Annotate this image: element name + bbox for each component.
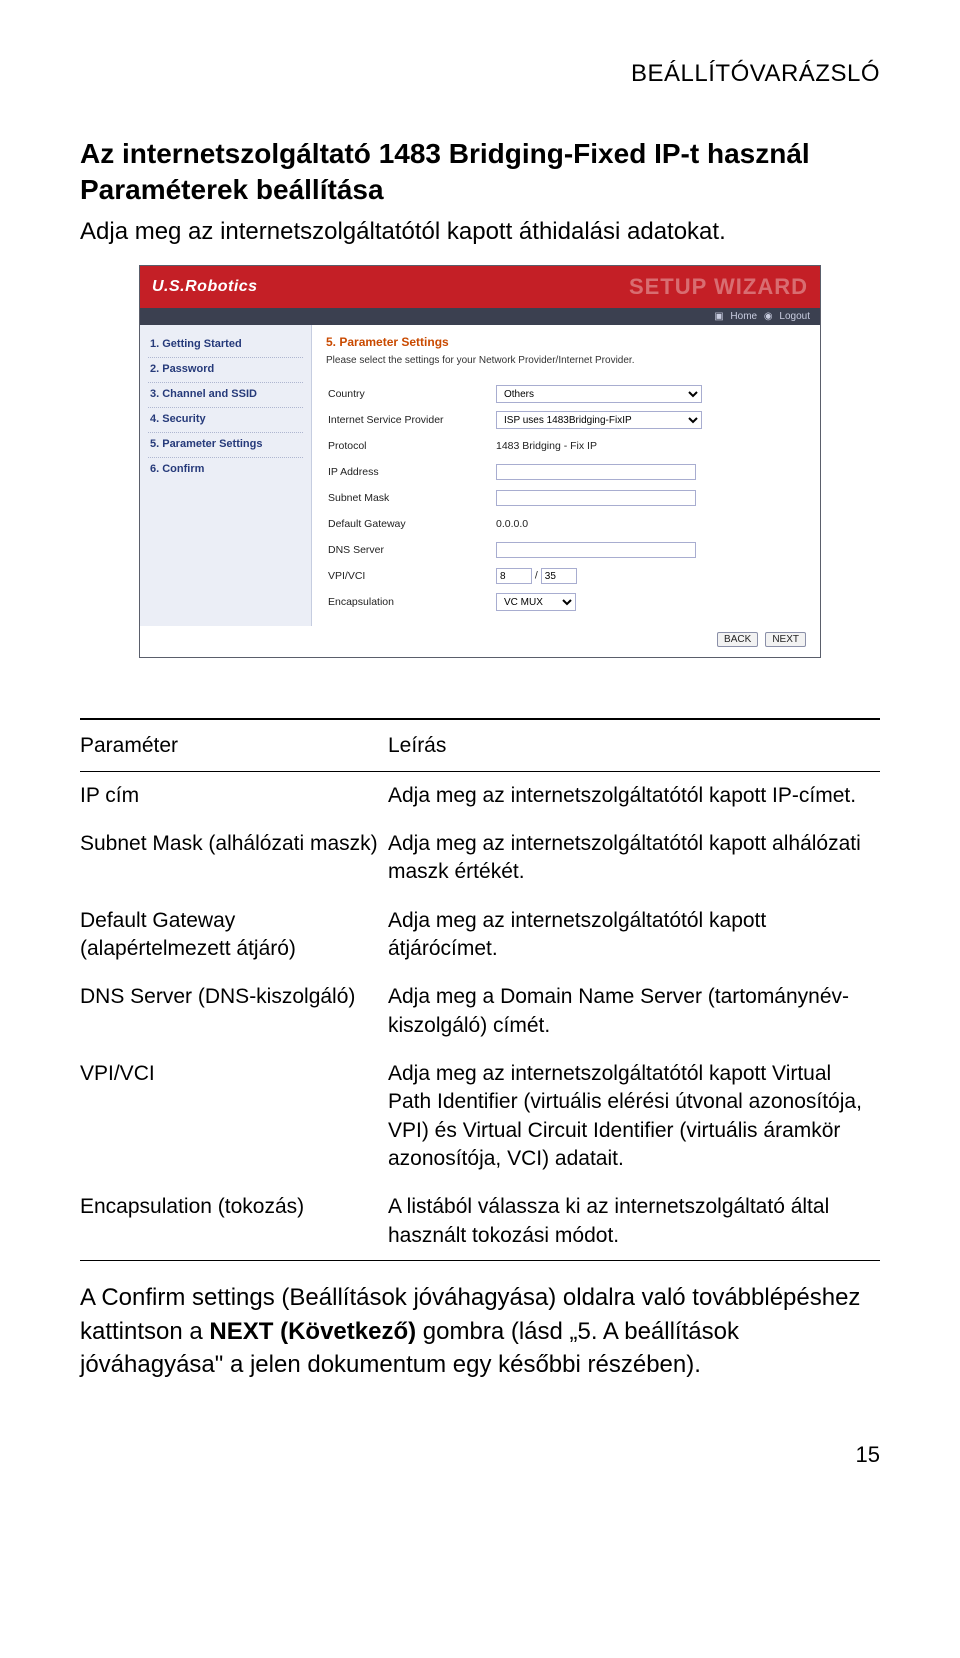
table-row: Subnet Mask (alhálózati maszk)Adja meg a… [80, 820, 880, 897]
mask-input[interactable] [496, 490, 696, 506]
intro-text: Adja meg az internetszolgáltatótól kapot… [80, 216, 880, 247]
next-label: NEXT (Következő) [209, 1318, 416, 1345]
panel-desc: Please select the settings for your Netw… [326, 355, 806, 366]
page-number: 15 [80, 1442, 880, 1468]
logout-link[interactable]: Logout [779, 311, 810, 322]
wizard-screenshot: U.S.Robotics SETUP WIZARD ▣ Home ◉ Logou… [139, 265, 821, 658]
home-icon: ▣ [714, 311, 723, 322]
protocol-value: 1483 Bridging - Fix IP [496, 434, 708, 458]
home-link[interactable]: Home [730, 311, 757, 322]
ip-input[interactable] [496, 464, 696, 480]
back-button[interactable]: BACK [717, 632, 758, 647]
col-param: Paraméter [80, 722, 388, 770]
gw-value: 0.0.0.0 [496, 512, 708, 536]
banner: U.S.Robotics SETUP WIZARD [140, 266, 820, 308]
table-row: Encapsulation (tokozás)A listából válass… [80, 1183, 880, 1260]
nav-step-1[interactable]: 1. Getting Started [148, 333, 303, 358]
nav-step-4[interactable]: 4. Security [148, 408, 303, 433]
country-label: Country [328, 382, 494, 406]
page-subtitle: Paraméterek beállítása [80, 174, 880, 206]
table-row: VPI/VCIAdja meg az internetszolgáltatótó… [80, 1050, 880, 1183]
brand-logo: U.S.Robotics [152, 278, 258, 296]
isp-select[interactable]: ISP uses 1483Bridging-FixIP [496, 411, 702, 429]
enc-select[interactable]: VC MUX [496, 593, 576, 611]
next-button[interactable]: NEXT [765, 632, 806, 647]
page-title: Az internetszolgáltató 1483 Bridging-Fix… [80, 138, 880, 170]
param-table: Paraméter Leírás IP címAdja meg az inter… [80, 722, 880, 1260]
panel-title: 5. Parameter Settings [326, 335, 806, 349]
vpi-label: VPI/VCI [328, 564, 494, 588]
dns-input[interactable] [496, 542, 696, 558]
settings-form: Country Others Internet Service Provider… [326, 380, 710, 616]
country-select[interactable]: Others [496, 385, 702, 403]
nav-step-6[interactable]: 6. Confirm [148, 458, 303, 482]
top-linkbar: ▣ Home ◉ Logout [140, 308, 820, 325]
protocol-label: Protocol [328, 434, 494, 458]
nav-step-3[interactable]: 3. Channel and SSID [148, 383, 303, 408]
ip-label: IP Address [328, 460, 494, 484]
enc-label: Encapsulation [328, 590, 494, 614]
after-text: A Confirm settings (Beállítások jóváhagy… [80, 1281, 880, 1382]
table-rule-top [80, 718, 880, 720]
nav-step-5[interactable]: 5. Parameter Settings [148, 433, 303, 458]
table-rule-bottom [80, 1260, 880, 1261]
col-desc: Leírás [388, 722, 880, 770]
wizard-logo: SETUP WIZARD [629, 274, 808, 300]
gw-label: Default Gateway [328, 512, 494, 536]
nav-step-2[interactable]: 2. Password [148, 358, 303, 383]
mask-label: Subnet Mask [328, 486, 494, 510]
logout-icon: ◉ [764, 311, 773, 322]
table-row: IP címAdja meg az internetszolgáltatótól… [80, 772, 880, 820]
table-row: Default Gateway (alapértelmezett átjáró)… [80, 897, 880, 974]
vci-input[interactable] [541, 568, 577, 584]
breadcrumb: BEÁLLÍTÓVARÁZSLÓ [80, 60, 880, 88]
wizard-nav: 1. Getting Started 2. Password 3. Channe… [140, 325, 312, 626]
vpi-input[interactable] [496, 568, 532, 584]
wizard-main: 5. Parameter Settings Please select the … [312, 325, 820, 626]
table-row: DNS Server (DNS-kiszolgáló)Adja meg a Do… [80, 973, 880, 1050]
isp-label: Internet Service Provider [328, 408, 494, 432]
dns-label: DNS Server [328, 538, 494, 562]
vpi-sep: / [535, 570, 538, 582]
